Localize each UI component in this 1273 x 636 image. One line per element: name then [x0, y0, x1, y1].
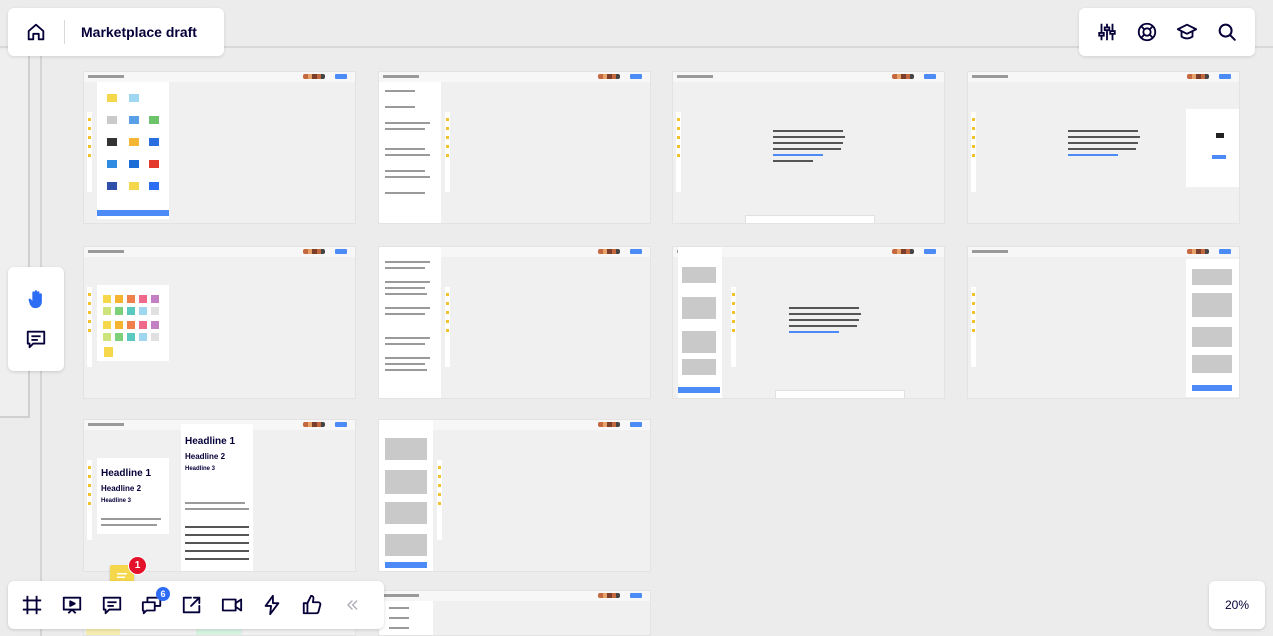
vote-button[interactable]: [296, 589, 328, 621]
board-screenshot-6[interactable]: [378, 246, 651, 399]
help-button[interactable]: [1131, 16, 1163, 48]
board-screenshot-8[interactable]: [967, 246, 1240, 399]
comment-count-badge: 1: [128, 556, 147, 575]
comments-icon: [102, 596, 122, 615]
share-screen-icon: [182, 596, 201, 614]
activity-icon: [264, 594, 280, 616]
settings-sliders-icon: [1098, 23, 1116, 41]
collapse-icon: [347, 600, 358, 610]
board-screenshot-7[interactable]: [672, 246, 945, 399]
left-toolbar: [8, 267, 64, 371]
board-screenshot-3[interactable]: [672, 71, 945, 224]
board-screenshot-9[interactable]: Headline 1 Headline 2 Headline 3 Headlin…: [83, 419, 356, 572]
chat-badge: 6: [156, 587, 170, 601]
board-screenshot-1[interactable]: [83, 71, 356, 224]
hand-tool-icon: [28, 290, 42, 309]
help-lifebuoy-icon: [1137, 22, 1157, 42]
thumb-headline-3: Headline 3: [101, 498, 132, 504]
comment-tool-icon: [26, 330, 46, 349]
video-call-icon: [221, 598, 243, 612]
zoom-level[interactable]: 20%: [1209, 581, 1265, 629]
comment-lines-icon: [117, 573, 127, 578]
thumb-headline-1: Headline 1: [101, 468, 152, 479]
video-call-button[interactable]: [216, 589, 248, 621]
home-icon: [27, 23, 45, 41]
top-right-toolbar: [1079, 8, 1255, 56]
board-title[interactable]: Marketplace draft: [65, 24, 197, 40]
thumb-headline-2: Headline 2: [101, 484, 142, 493]
board-screenshot-4[interactable]: [967, 71, 1240, 224]
thumb-headline-1b: Headline 1: [185, 436, 236, 447]
comment-tool-button[interactable]: [20, 323, 52, 355]
chat-button[interactable]: 6: [136, 587, 170, 621]
presentation-button[interactable]: [56, 589, 88, 621]
board-screenshot-10[interactable]: [378, 419, 651, 572]
share-screen-button[interactable]: [176, 589, 208, 621]
learning-button[interactable]: [1171, 16, 1203, 48]
hand-tool-button[interactable]: [20, 283, 52, 315]
search-icon: [1218, 23, 1236, 41]
board-header: Marketplace draft: [8, 8, 224, 56]
search-button[interactable]: [1211, 16, 1243, 48]
collapse-toolbar-button[interactable]: [336, 589, 368, 621]
activity-button[interactable]: [256, 589, 288, 621]
board-screenshot-12[interactable]: [378, 590, 651, 636]
board-screenshot-5[interactable]: [83, 246, 356, 399]
frames-button[interactable]: [16, 589, 48, 621]
frames-icon: [22, 595, 42, 615]
presentation-icon: [62, 596, 82, 614]
thumb-headline-3b: Headline 3: [185, 466, 216, 472]
board-screenshot-2[interactable]: [378, 71, 651, 224]
learning-cap-icon: [1176, 23, 1198, 40]
home-button[interactable]: [8, 8, 64, 56]
thumb-headline-2b: Headline 2: [185, 452, 226, 461]
settings-button[interactable]: [1091, 16, 1123, 48]
comments-panel-button[interactable]: [96, 589, 128, 621]
vote-icon: [302, 594, 322, 615]
bottom-toolbar: 6: [8, 581, 384, 629]
